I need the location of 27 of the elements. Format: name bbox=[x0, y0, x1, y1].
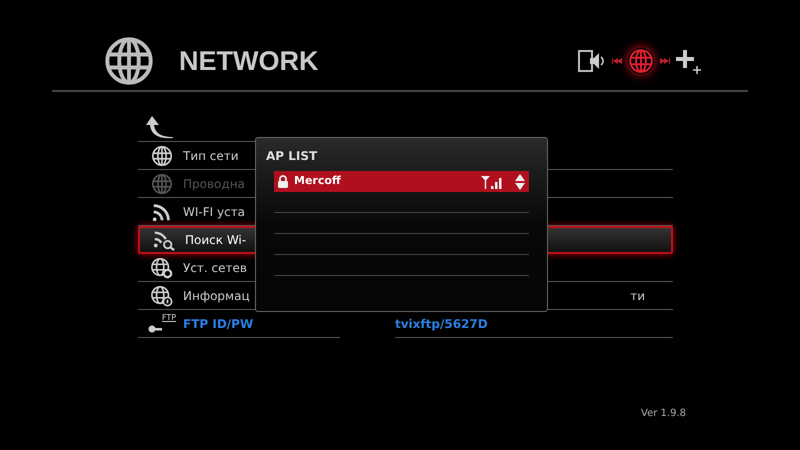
menu-value: tvixftp/5627D bbox=[395, 316, 488, 332]
menu-label: FTP ID/PW bbox=[183, 316, 254, 332]
globe-icon bbox=[628, 48, 654, 74]
menu-value: ти bbox=[630, 288, 645, 304]
access-point-item[interactable]: Mercoff bbox=[274, 171, 529, 192]
menu-label: Уст. сетев bbox=[183, 260, 247, 276]
menu-label: Тип сети bbox=[183, 148, 239, 164]
rewind-icon bbox=[612, 58, 622, 64]
up-down-arrows-icon[interactable] bbox=[515, 174, 525, 190]
version-text: Ver 1.9.8 bbox=[641, 407, 686, 421]
menu-label: Информац bbox=[183, 288, 250, 304]
globe-gear-icon bbox=[150, 256, 174, 278]
page-title: NETWORK bbox=[179, 44, 318, 78]
menu-label: Проводна bbox=[183, 176, 245, 192]
globe-icon bbox=[151, 144, 173, 166]
menu-label: WI-FI уста bbox=[183, 204, 246, 220]
menu-label: Поиск Wi- bbox=[185, 232, 246, 249]
globe-icon bbox=[103, 35, 155, 87]
film-speaker-icon bbox=[578, 49, 606, 73]
globe-icon bbox=[151, 172, 173, 194]
plus-icon bbox=[676, 48, 702, 74]
wifi-search-icon bbox=[152, 229, 176, 251]
globe-info-icon bbox=[150, 284, 174, 306]
back-arrow-icon[interactable] bbox=[146, 114, 174, 138]
fast-forward-icon bbox=[660, 58, 670, 64]
dialog-title: AP LIST bbox=[266, 148, 318, 165]
network-name: Mercoff bbox=[294, 173, 341, 190]
